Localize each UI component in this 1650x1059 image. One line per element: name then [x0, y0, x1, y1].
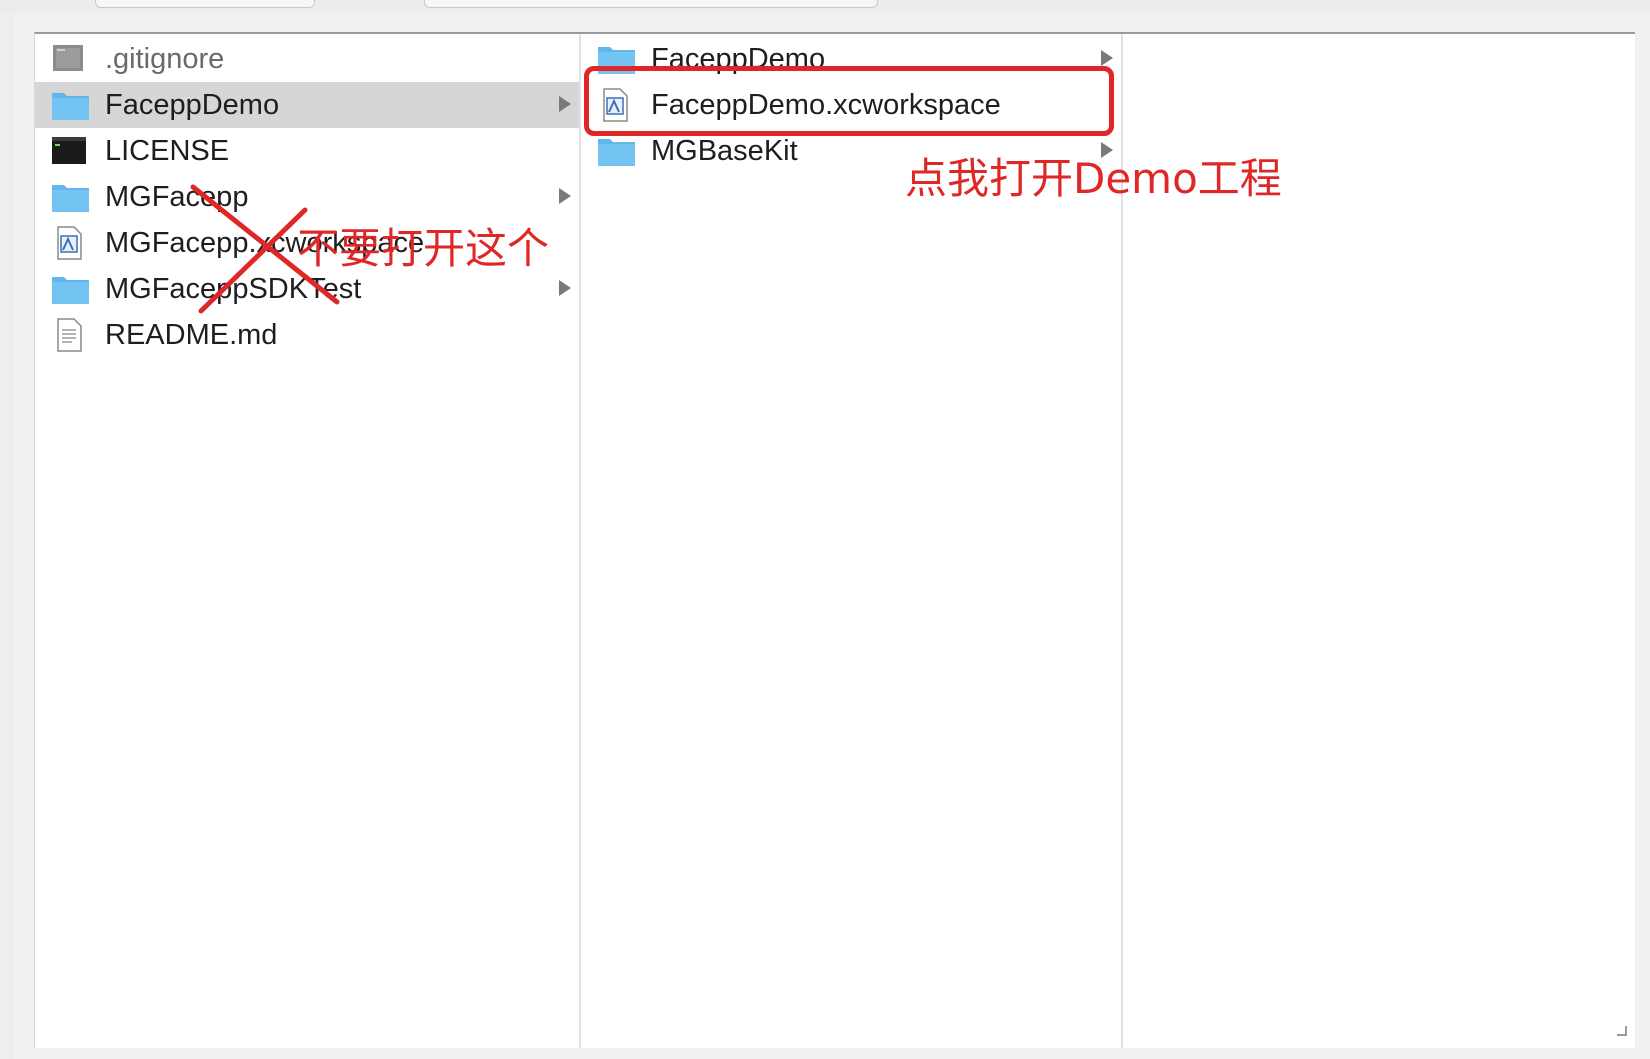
file-name: .gitignore [105, 43, 225, 75]
file-row-faceppdemo-folder[interactable]: FaceppDemo [581, 36, 1121, 82]
file-name: MGFacepp [105, 181, 249, 213]
disclosure-arrow-icon [1101, 142, 1113, 158]
file-row-mgbasekit[interactable]: MGBaseKit [581, 128, 1121, 174]
toolbar-segment-left[interactable] [95, 0, 315, 8]
file-name: FaceppDemo [651, 43, 826, 75]
disclosure-arrow-icon [559, 96, 571, 112]
text-document-icon [51, 318, 87, 352]
column-browser: .gitignore FaceppDemo LICENSE MGFacepp M… [34, 32, 1635, 1048]
file-name: MGFacepp.xcworkspace [105, 227, 425, 259]
file-row-faceppdemo-xcworkspace[interactable]: FaceppDemo.xcworkspace [581, 82, 1121, 128]
disclosure-arrow-icon [559, 280, 571, 296]
folder-icon [51, 180, 89, 214]
file-name: MGBaseKit [651, 135, 798, 167]
column-faceppdemo: FaceppDemo FaceppDemo.xcworkspace MGBase… [581, 34, 1123, 1048]
file-row-mgfacepp-xcworkspace[interactable]: MGFacepp.xcworkspace [35, 220, 579, 266]
file-row-mgfacepp[interactable]: MGFacepp [35, 174, 579, 220]
column-empty [1123, 34, 1635, 1048]
disclosure-arrow-icon [1101, 50, 1113, 66]
column-root: .gitignore FaceppDemo LICENSE MGFacepp M… [35, 34, 581, 1048]
file-name: FaceppDemo [105, 89, 280, 121]
file-row-gitignore[interactable]: .gitignore [35, 36, 579, 82]
document-generic-icon [51, 42, 87, 76]
file-row-readme[interactable]: README.md [35, 312, 579, 358]
file-name: LICENSE [105, 135, 230, 167]
terminal-exec-icon [51, 134, 87, 168]
folder-icon [51, 272, 89, 306]
finder-toolbar-strip [0, 0, 1650, 12]
file-name: MGFaceppSDKTest [105, 273, 362, 305]
xcode-workspace-icon [51, 226, 87, 260]
folder-icon [597, 42, 635, 76]
file-row-license[interactable]: LICENSE [35, 128, 579, 174]
file-row-faceppdemo[interactable]: FaceppDemo [35, 82, 579, 128]
xcode-workspace-icon [597, 88, 633, 122]
folder-icon [597, 134, 635, 168]
file-name: FaceppDemo.xcworkspace [651, 89, 1001, 121]
file-row-mgfaceppsdktest[interactable]: MGFaceppSDKTest [35, 266, 579, 312]
resize-grip-icon[interactable] [1617, 1026, 1627, 1036]
toolbar-segment-right[interactable] [424, 0, 878, 8]
file-name: README.md [105, 319, 278, 351]
disclosure-arrow-icon [559, 188, 571, 204]
folder-icon [51, 88, 89, 122]
